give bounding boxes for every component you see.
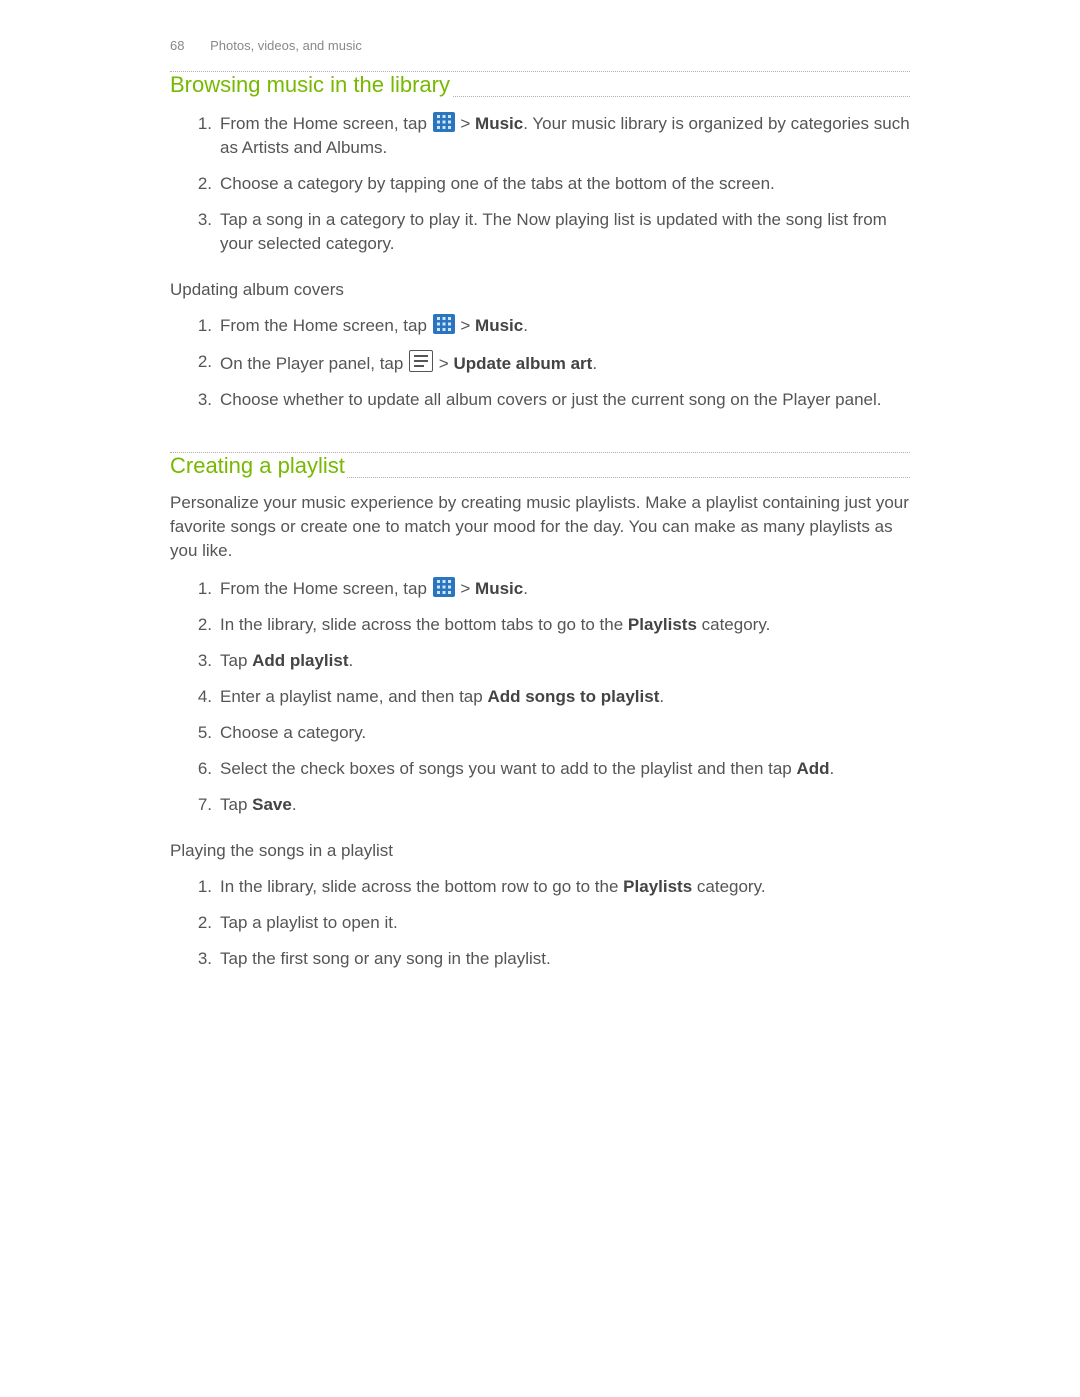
ui-label-bold: Music [475,316,523,335]
running-header: 68 Photos, videos, and music [170,38,910,53]
step-text: Tap [220,651,252,670]
step-number: 3. [188,208,212,232]
step-text: From the Home screen, tap [220,316,432,335]
step-number: 1. [188,875,212,899]
step-number: 2. [188,911,212,935]
step-number: 1. [188,112,212,136]
step-text: . [659,687,664,706]
ui-label-bold: Save [252,795,292,814]
step-number: 3. [188,947,212,971]
step-number: 6. [188,757,212,781]
list-item: 7. Tap Save. [170,793,910,817]
step-number: 2. [188,350,212,374]
ui-label-bold: Add [796,759,829,778]
list-item: 3. Tap Add playlist. [170,649,910,673]
ui-label-bold: Music [475,579,523,598]
step-text: . [349,651,354,670]
list-item: 1. From the Home screen, tap > Music. [170,314,910,338]
step-text: Choose a category. [220,723,366,742]
step-number: 2. [188,172,212,196]
step-text: category. [697,615,770,634]
step-number: 2. [188,613,212,637]
step-text: . [592,354,597,373]
all-apps-icon [433,577,455,597]
ui-label-bold: Update album art [453,354,592,373]
ui-label-bold: Playlists [623,877,692,896]
separator-text: > [460,114,475,133]
step-text: Tap a playlist to open it. [220,913,398,932]
ui-label-bold: Add songs to playlist [487,687,659,706]
ordered-list: 1. From the Home screen, tap > Music. 2.… [170,314,910,412]
ui-label-bold: Add playlist [252,651,348,670]
step-text: category. [692,877,765,896]
step-text: From the Home screen, tap [220,579,432,598]
step-text: In the library, slide across the bottom … [220,877,623,896]
step-text: . [523,316,528,335]
step-number: 4. [188,685,212,709]
step-number: 5. [188,721,212,745]
list-item: 1. From the Home screen, tap > Music. Yo… [170,112,910,160]
separator-text: > [439,354,454,373]
all-apps-icon [433,112,455,132]
ui-label-bold: Playlists [628,615,697,634]
step-text: Choose whether to update all album cover… [220,390,882,409]
list-item: 3. Tap a song in a category to play it. … [170,208,910,256]
ui-label-bold: Music [475,114,523,133]
separator-text: > [460,579,475,598]
step-text: In the library, slide across the bottom … [220,615,628,634]
step-text: Select the check boxes of songs you want… [220,759,796,778]
paragraph: Personalize your music experience by cre… [170,491,910,563]
step-text: . [523,579,528,598]
section-heading: Browsing music in the library [170,72,910,98]
options-menu-icon [409,350,433,372]
sub-heading: Updating album covers [170,280,910,300]
list-item: 1. From the Home screen, tap > Music. [170,577,910,601]
document-page: 68 Photos, videos, and music Browsing mu… [0,0,1080,1397]
ordered-list: 1. In the library, slide across the bott… [170,875,910,971]
separator-text: > [460,316,475,335]
step-number: 3. [188,649,212,673]
step-text: Tap a song in a category to play it. The… [220,210,887,253]
step-text: On the Player panel, tap [220,354,408,373]
step-number: 1. [188,577,212,601]
list-item: 3. Choose whether to update all album co… [170,388,910,412]
step-text: . [292,795,297,814]
step-text: Choose a category by tapping one of the … [220,174,775,193]
list-item: 6. Select the check boxes of songs you w… [170,757,910,781]
list-item: 2. Choose a category by tapping one of t… [170,172,910,196]
list-item: 4. Enter a playlist name, and then tap A… [170,685,910,709]
step-text: Tap the first song or any song in the pl… [220,949,551,968]
section-heading: Creating a playlist [170,453,910,479]
list-item: 2. On the Player panel, tap > Update alb… [170,350,910,376]
list-item: 2. Tap a playlist to open it. [170,911,910,935]
step-number: 7. [188,793,212,817]
page-number: 68 [170,38,184,53]
step-text: Tap [220,795,252,814]
step-number: 1. [188,314,212,338]
list-item: 1. In the library, slide across the bott… [170,875,910,899]
chapter-title: Photos, videos, and music [210,38,362,53]
section-title-text: Browsing music in the library [170,72,452,98]
step-text: From the Home screen, tap [220,114,432,133]
step-text: Enter a playlist name, and then tap [220,687,487,706]
step-text: . [830,759,835,778]
section-title-text: Creating a playlist [170,453,347,479]
list-item: 5. Choose a category. [170,721,910,745]
sub-heading: Playing the songs in a playlist [170,841,910,861]
all-apps-icon [433,314,455,334]
list-item: 3. Tap the first song or any song in the… [170,947,910,971]
step-number: 3. [188,388,212,412]
ordered-list: 1. From the Home screen, tap > Music. Yo… [170,112,910,256]
list-item: 2. In the library, slide across the bott… [170,613,910,637]
ordered-list: 1. From the Home screen, tap > Music. 2.… [170,577,910,817]
